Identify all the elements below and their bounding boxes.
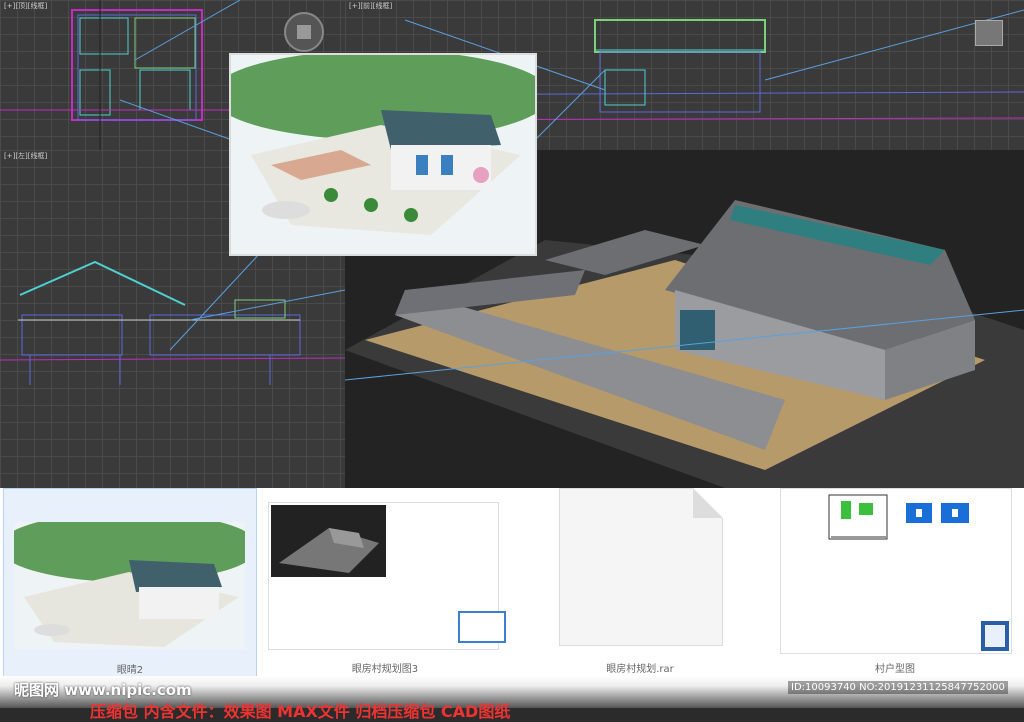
- watermark-logo: 昵图网 www.nipic.com: [14, 681, 192, 699]
- file-item-rar[interactable]: 眼房村规划.rar: [535, 488, 745, 678]
- watermark-id: ID:10093740 NO:20191231125847752000: [788, 681, 1008, 694]
- file-name[interactable]: 眼房村规划图3: [262, 660, 508, 675]
- file-item-plan3[interactable]: 眼房村规划图3: [262, 488, 508, 678]
- render-preview-image: [229, 53, 537, 256]
- file-name[interactable]: 村户型图: [775, 660, 1015, 675]
- viewcube-icon[interactable]: [284, 12, 324, 52]
- watermark-banner: 压缩包 内含文件：效果图 MAX文件 归档压缩包 CAD图纸: [90, 702, 511, 721]
- file-thumbnail: [780, 488, 1012, 654]
- file-name[interactable]: 眼晴2: [4, 661, 256, 676]
- file-item-render[interactable]: 眼晴2: [3, 488, 257, 678]
- file-name[interactable]: 眼房村规划.rar: [535, 660, 745, 675]
- viewcube-icon[interactable]: [975, 20, 1003, 46]
- file-thumbnail: [14, 522, 245, 649]
- house-render-image: [231, 55, 535, 254]
- file-thumbnail: [268, 502, 506, 650]
- file-explorer: 眼晴2 眼房村规划图3 眼房村规划.rar 村户型图: [0, 488, 1024, 686]
- file-type-icon: [458, 611, 506, 643]
- file-item-cad[interactable]: 村户型图: [775, 488, 1015, 678]
- document-icon: [559, 488, 723, 646]
